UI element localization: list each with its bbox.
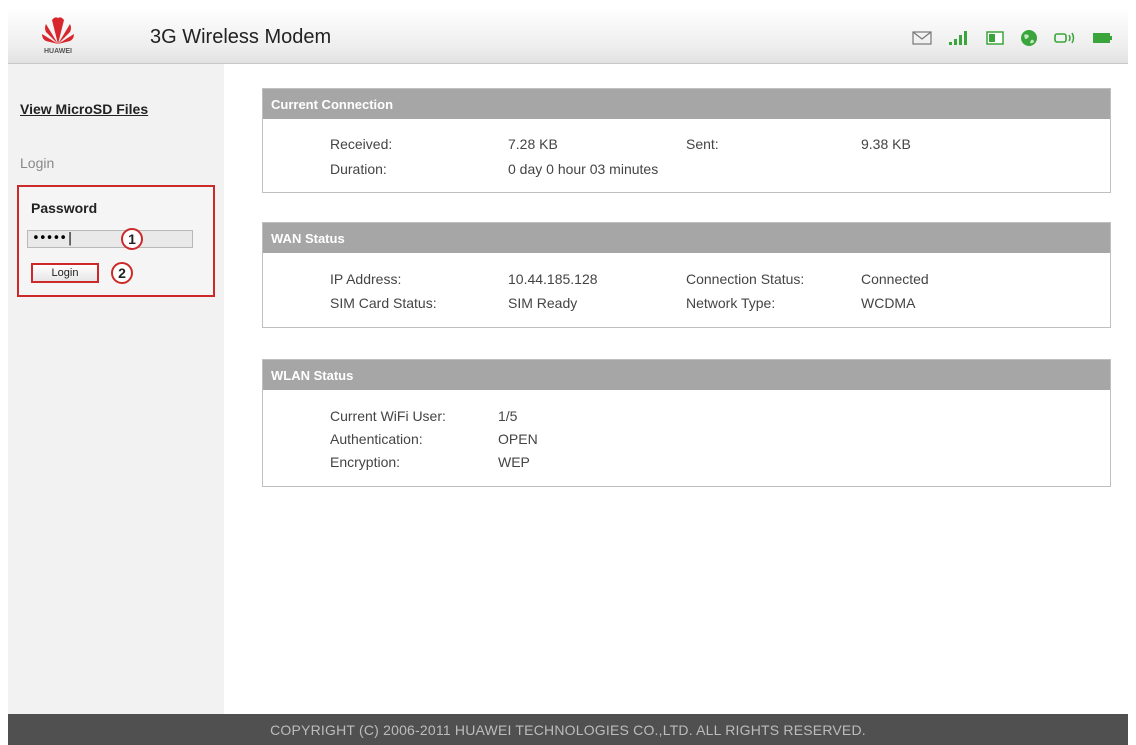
sim-card-status-label: SIM Card Status: [330,295,437,311]
step-marker-1: 1 [121,228,143,250]
wifi-icon [1054,27,1076,49]
sent-value: 9.38 KB [861,136,911,152]
wlan-status-title: WLAN Status [263,360,1110,390]
step-marker-2: 2 [111,262,133,284]
current-wifi-user-value: 1/5 [498,408,518,424]
network-type-value: WCDMA [861,295,916,311]
password-input[interactable]: •••••| [27,230,193,248]
app-title: 3G Wireless Modem [150,26,332,48]
login-button[interactable]: Login [31,263,99,283]
current-connection-title: Current Connection [263,89,1110,119]
view-microsd-files-link[interactable]: View MicroSD Files [20,101,148,117]
mail-icon[interactable] [912,27,932,49]
encryption-value: WEP [498,454,530,470]
received-label: Received: [330,136,393,152]
connection-status-label: Connection Status: [686,271,805,287]
login-heading: Login [20,155,55,171]
ip-address-label: IP Address: [330,271,402,287]
current-connection-panel: Current Connection Received: 7.28 KB Sen… [262,88,1111,193]
wan-status-title: WAN Status [263,223,1110,253]
header-bar: HUAWEI 3G Wireless Modem [8,8,1128,64]
network-type-label: Network Type: [686,295,776,311]
wlan-status-panel: WLAN Status Current WiFi User: 1/5 Authe… [262,359,1111,487]
globe-icon [1020,27,1038,49]
huawei-petals-icon [42,17,74,44]
sim-card-icon [986,27,1004,49]
encryption-label: Encryption: [330,454,401,470]
logo-text: HUAWEI [44,48,72,55]
authentication-label: Authentication: [330,431,423,447]
sim-card-status-value: SIM Ready [508,295,578,311]
sidebar: View MicroSD Files Login Password •••••|… [8,64,224,714]
authentication-value: OPEN [498,431,538,447]
received-value: 7.28 KB [508,136,558,152]
signal-strength-icon [948,27,970,49]
huawei-logo: HUAWEI [36,14,80,58]
duration-value: 0 day 0 hour 03 minutes [508,161,659,177]
battery-icon [1092,27,1112,49]
status-icons [912,26,1112,50]
sent-label: Sent: [686,136,719,152]
duration-label: Duration: [330,161,387,177]
login-form: Password •••••| 1 Login 2 [17,185,215,297]
footer-copyright: COPYRIGHT (C) 2006-2011 HUAWEI TECHNOLOG… [8,714,1128,745]
password-label: Password [31,200,98,216]
connection-status-value: Connected [861,271,929,287]
ip-address-value: 10.44.185.128 [508,271,598,287]
current-wifi-user-label: Current WiFi User: [330,408,446,424]
wan-status-panel: WAN Status IP Address: 10.44.185.128 Con… [262,222,1111,328]
